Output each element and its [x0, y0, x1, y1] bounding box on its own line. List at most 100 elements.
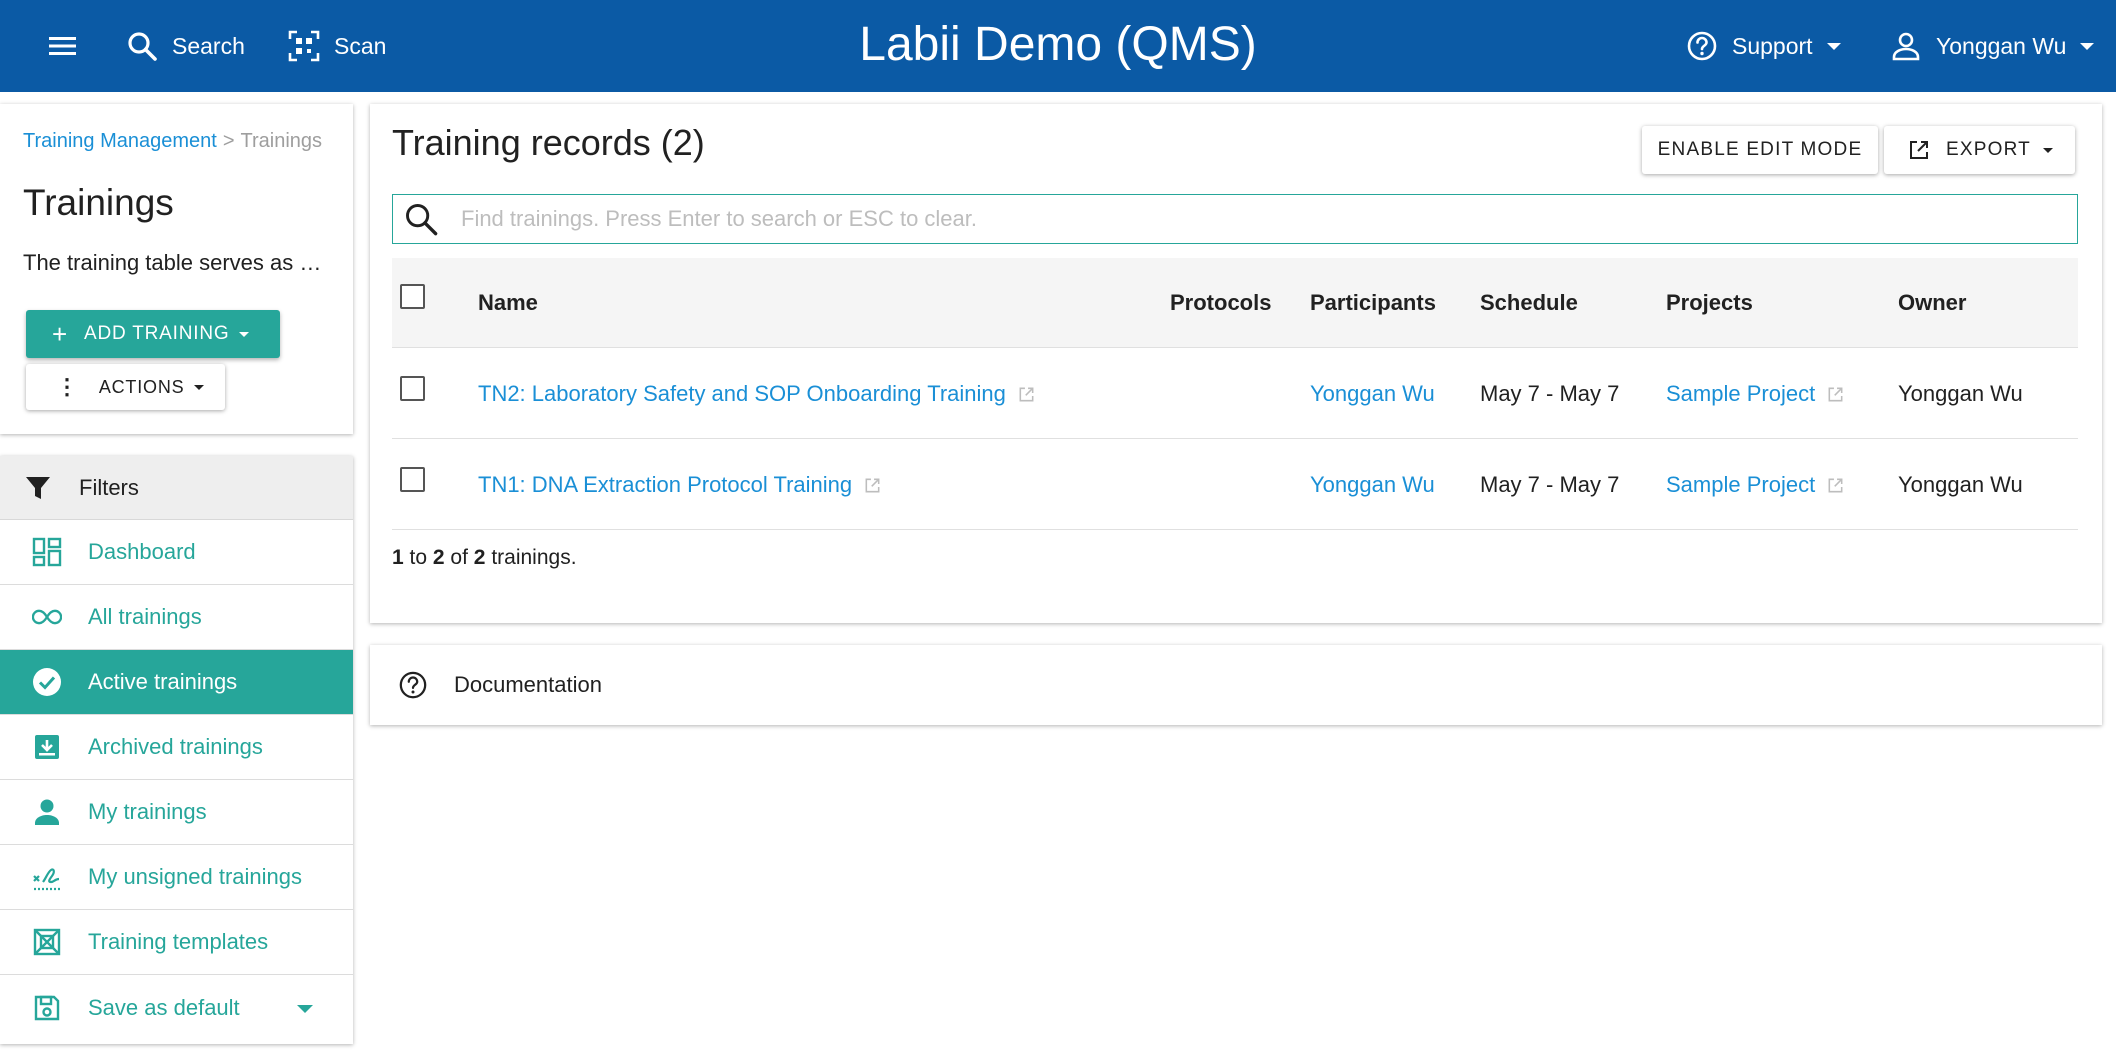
- schedule-cell: May 7 - May 7: [1480, 472, 1620, 497]
- record-count: 1 to 2 of 2 trainings.: [392, 546, 577, 570]
- actions-label: ACTIONS: [98, 376, 185, 397]
- owner-cell: Yonggan Wu: [1898, 472, 2023, 497]
- chevron-down-icon: [194, 384, 205, 390]
- table-header-row: Name Protocols Participants Schedule Pro…: [392, 258, 2078, 348]
- training-records-card: Training records (2) ENABLE EDIT MODE EX…: [370, 104, 2102, 623]
- filter-training-templates[interactable]: Training templates: [0, 910, 353, 975]
- documentation-label: Documentation: [454, 672, 602, 697]
- trainings-table: Name Protocols Participants Schedule Pro…: [392, 258, 2078, 530]
- open-external-icon: [1910, 141, 1928, 159]
- participants-cell: Yonggan Wu: [1310, 348, 1435, 438]
- column-header-projects[interactable]: Projects: [1666, 258, 1753, 347]
- export-label: EXPORT: [1946, 139, 2031, 160]
- select-all-checkbox[interactable]: [400, 284, 425, 309]
- table-row: TN2: Laboratory Safety and SOP Onboardin…: [392, 348, 2078, 439]
- filter-my-trainings[interactable]: My trainings: [0, 780, 353, 845]
- participants-cell: Yonggan Wu: [1310, 439, 1435, 529]
- template-icon: [32, 927, 62, 957]
- owner-cell: Yonggan Wu: [1898, 381, 2023, 406]
- row-checkbox[interactable]: [400, 467, 425, 492]
- column-header-owner[interactable]: Owner: [1898, 258, 1966, 347]
- name-cell: TN1: DNA Extraction Protocol Training: [478, 439, 881, 529]
- row-select-cell: [400, 439, 425, 529]
- search-icon: [128, 32, 157, 61]
- page-description: The training table serves as a…: [23, 250, 333, 275]
- filter-label: My unsigned trainings: [88, 864, 303, 889]
- row-checkbox[interactable]: [400, 376, 425, 401]
- column-header-participants[interactable]: Participants: [1310, 258, 1436, 347]
- column-header-schedule[interactable]: Schedule: [1480, 258, 1578, 347]
- support-menu-button[interactable]: Support: [1686, 0, 1841, 92]
- user-menu-button[interactable]: Yonggan Wu: [1890, 0, 2095, 92]
- open-external-icon[interactable]: [1827, 386, 1844, 403]
- filter-all-trainings[interactable]: All trainings: [0, 585, 353, 650]
- filter-my-unsigned-trainings[interactable]: My unsigned trainings: [0, 845, 353, 910]
- participant-link[interactable]: Yonggan Wu: [1310, 381, 1435, 407]
- filter-active-trainings[interactable]: Active trainings: [0, 650, 353, 715]
- project-link[interactable]: Sample Project: [1666, 381, 1815, 407]
- scan-label: Scan: [334, 32, 387, 59]
- filter-archived-trainings[interactable]: Archived trainings: [0, 715, 353, 780]
- breadcrumb-current: Trainings: [240, 130, 323, 152]
- select-all-cell: [400, 258, 425, 347]
- filter-label: Training templates: [88, 929, 269, 954]
- actions-button[interactable]: ⋮ ACTIONS: [26, 364, 225, 410]
- breadcrumb: Training Management > Trainings: [23, 130, 322, 153]
- filter-label: Archived trainings: [88, 734, 263, 759]
- filter-label: Active trainings: [88, 669, 238, 694]
- add-training-button[interactable]: + ADD TRAINING: [26, 310, 280, 358]
- enable-edit-mode-button[interactable]: ENABLE EDIT MODE: [1642, 126, 1878, 174]
- filter-label: All trainings: [88, 604, 202, 629]
- project-link[interactable]: Sample Project: [1666, 472, 1815, 498]
- hamburger-menu-icon: [49, 37, 76, 55]
- column-header-protocols[interactable]: Protocols: [1170, 258, 1271, 347]
- filters-header: Filters: [0, 456, 353, 520]
- chevron-down-icon: [2042, 147, 2053, 153]
- open-external-icon[interactable]: [1827, 477, 1844, 494]
- training-name-link[interactable]: TN2: Laboratory Safety and SOP Onboardin…: [478, 381, 1006, 407]
- search-label: Search: [172, 32, 245, 59]
- breadcrumb-training-management[interactable]: Training Management: [23, 130, 217, 152]
- chevron-down-icon: [1826, 42, 1841, 50]
- search-bar: [392, 194, 2078, 244]
- open-external-icon[interactable]: [864, 477, 881, 494]
- top-app-bar: Search Scan Labii Demo (QMS) Support Yon…: [0, 0, 2116, 92]
- open-external-icon[interactable]: [1018, 386, 1035, 403]
- support-label: Support: [1732, 32, 1813, 59]
- add-training-label: ADD TRAINING: [83, 323, 230, 344]
- account-icon: [1892, 32, 1920, 61]
- documentation-card[interactable]: Documentation: [370, 645, 2102, 725]
- hamburger-menu-button[interactable]: [48, 0, 78, 92]
- chevron-down-icon[interactable]: [297, 1005, 313, 1013]
- name-cell: TN2: Laboratory Safety and SOP Onboardin…: [478, 348, 1035, 438]
- export-button[interactable]: EXPORT: [1884, 126, 2075, 174]
- participant-link[interactable]: Yonggan Wu: [1310, 472, 1435, 498]
- filter-label: Save as default: [88, 994, 240, 1020]
- count-of-word: of: [450, 546, 468, 569]
- help-circle-icon: [1687, 31, 1717, 61]
- training-name-link[interactable]: TN1: DNA Extraction Protocol Training: [478, 472, 852, 498]
- count-total: 2: [473, 546, 486, 569]
- search-icon: [406, 204, 438, 236]
- row-select-cell: [400, 348, 425, 438]
- page-header-card: Training Management > Trainings Trainings …: [0, 104, 353, 434]
- user-name-label: Yonggan Wu: [1936, 32, 2067, 59]
- search-input[interactable]: [461, 206, 2021, 232]
- search-button[interactable]: Search: [126, 0, 245, 92]
- column-header-name[interactable]: Name: [478, 258, 538, 347]
- chevron-down-icon: [2080, 42, 2095, 50]
- scan-button[interactable]: Scan: [288, 0, 386, 92]
- filter-label: Dashboard: [88, 539, 196, 564]
- plus-icon: +: [52, 319, 68, 349]
- chevron-down-icon: [239, 331, 250, 337]
- schedule-cell: May 7 - May 7: [1480, 381, 1620, 406]
- filters-heading: Filters: [79, 474, 139, 500]
- filter-dashboard[interactable]: Dashboard: [0, 520, 353, 585]
- filter-save-as-default[interactable]: Save as default: [0, 975, 353, 1040]
- person-icon: [32, 797, 62, 827]
- filter-icon: [26, 476, 50, 499]
- filter-label: My trainings: [88, 799, 207, 824]
- more-vertical-icon: ⋮: [56, 374, 79, 399]
- projects-cell: Sample Project: [1666, 439, 1844, 529]
- signature-icon: [32, 862, 62, 892]
